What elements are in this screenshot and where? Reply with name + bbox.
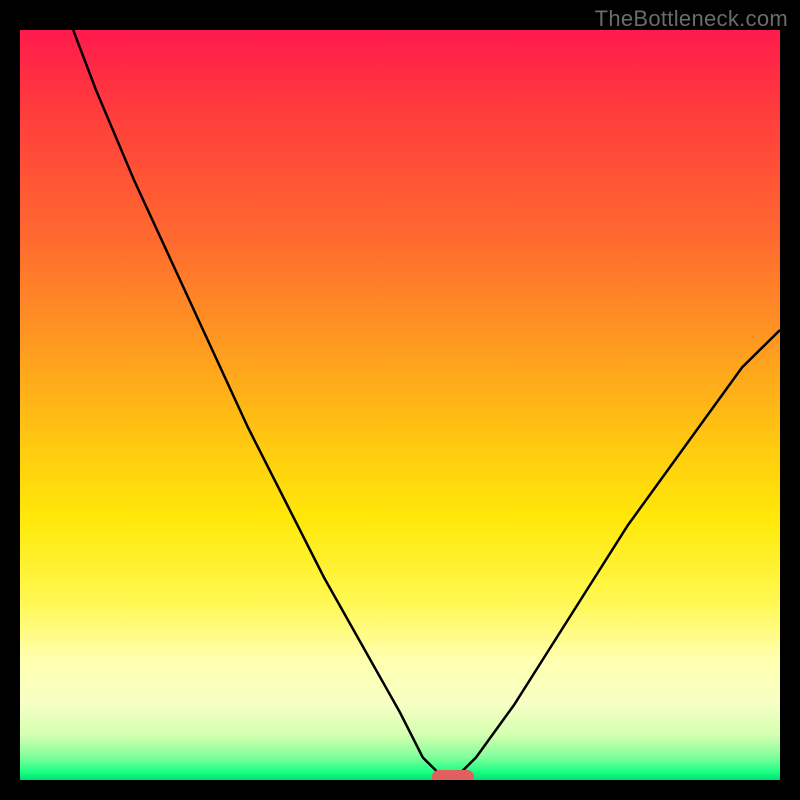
- watermark-text: TheBottleneck.com: [595, 6, 788, 32]
- plot-area: [20, 30, 780, 780]
- chart-frame: TheBottleneck.com: [0, 0, 800, 800]
- minimum-marker: [432, 770, 474, 780]
- gradient-background: [20, 30, 780, 780]
